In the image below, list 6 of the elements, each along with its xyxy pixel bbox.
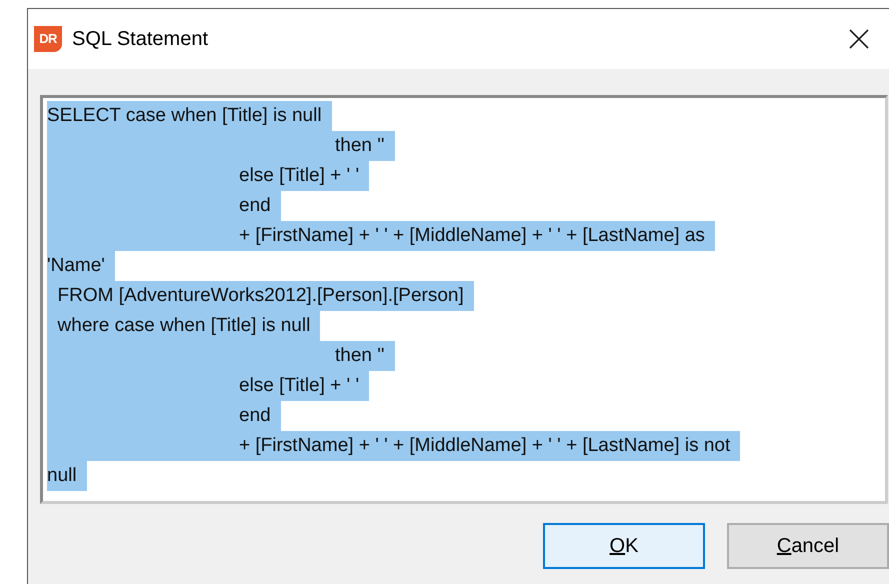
app-logo-icon: DR <box>34 26 62 52</box>
sql-text-area[interactable] <box>40 95 888 504</box>
dialog-button[interactable]: OK <box>543 523 705 569</box>
window-title: SQL Statement <box>72 27 208 52</box>
dialog-button[interactable]: Cancel <box>727 523 889 569</box>
close-icon <box>848 28 870 50</box>
